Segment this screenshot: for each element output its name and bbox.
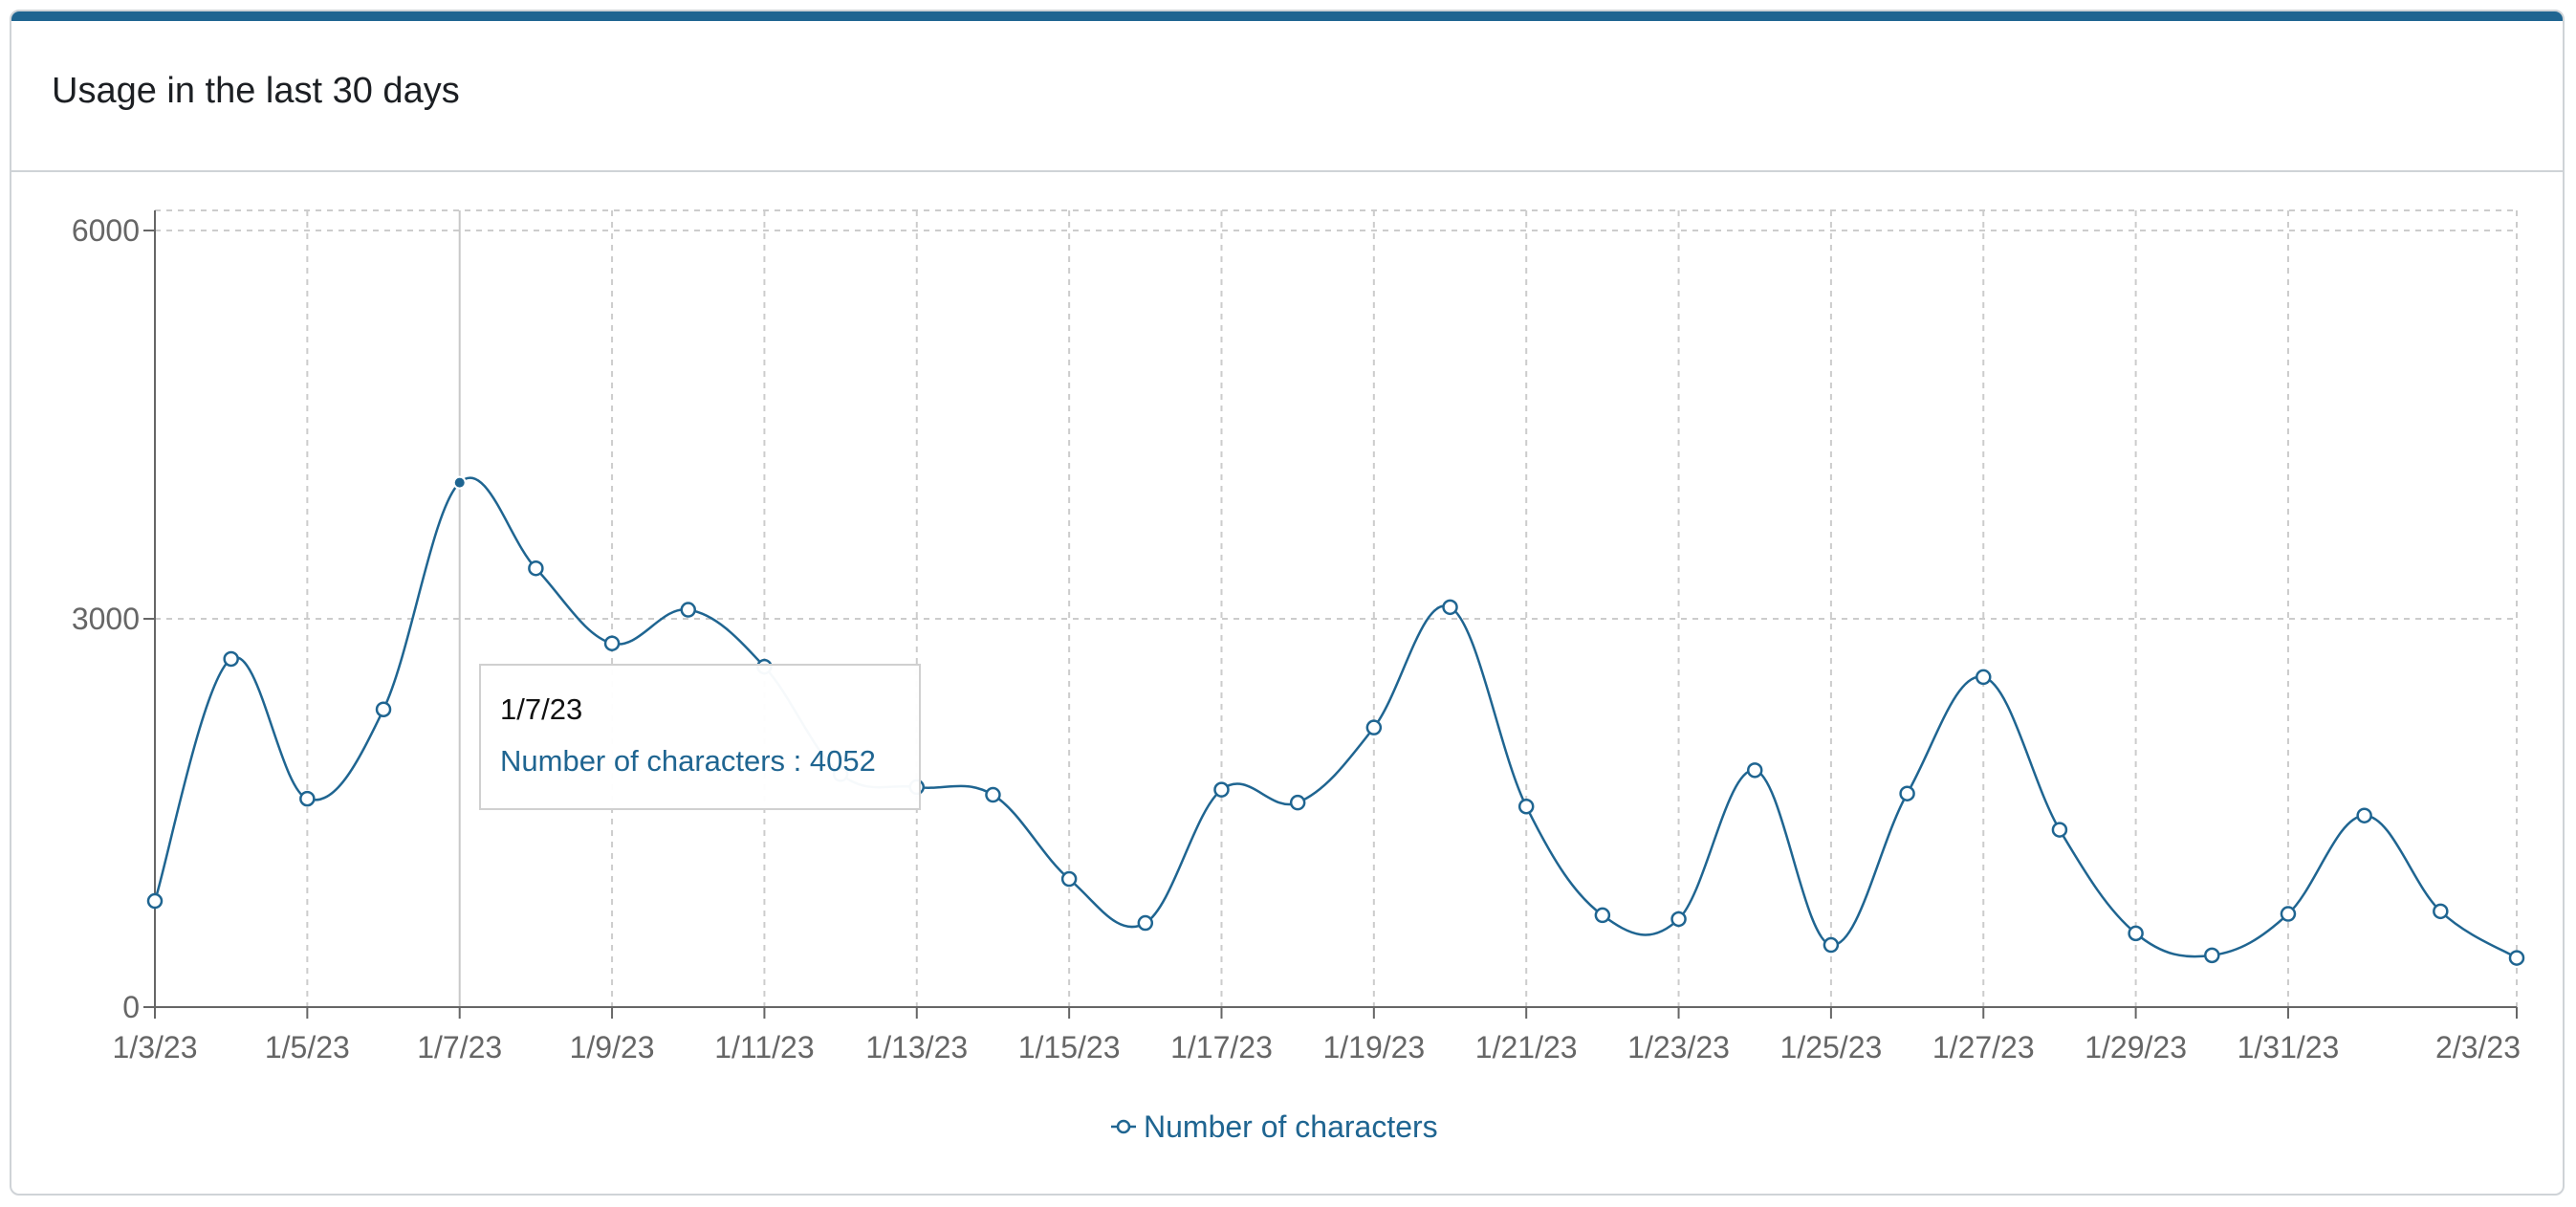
data-point[interactable] [2128,925,2144,942]
chart-tooltip: 1/7/23 Number of characters : 4052 [479,664,921,810]
data-point[interactable] [1213,781,1230,798]
x-tick-label: 1/23/23 [1627,1030,1730,1064]
x-tick-label: 1/19/23 [1322,1030,1425,1064]
data-point[interactable] [1442,599,1458,616]
data-point[interactable] [375,701,392,717]
data-point[interactable] [603,635,621,651]
data-point[interactable] [680,602,696,618]
active-data-point[interactable] [452,475,467,490]
y-tick-label: 3000 [72,602,140,636]
data-point[interactable] [1746,762,1763,779]
data-point[interactable] [528,560,544,577]
data-point[interactable] [1365,719,1383,735]
x-tick-label: 1/27/23 [1932,1030,2035,1064]
data-point[interactable] [1670,911,1687,928]
x-tick-label: 1/29/23 [2085,1030,2187,1064]
data-point[interactable] [2051,822,2068,838]
x-tick-label: 1/25/23 [1780,1030,1883,1064]
data-point[interactable] [1137,914,1154,932]
data-point[interactable] [2280,906,2297,922]
tooltip-value: Number of characters : 4052 [500,744,876,778]
data-point[interactable] [146,892,164,910]
chart-grid [154,209,2518,1007]
data-point[interactable] [299,790,316,807]
data-point[interactable] [2204,947,2220,964]
x-tick-label: 1/17/23 [1170,1030,1273,1064]
data-point[interactable] [223,650,239,668]
usage-line-chart: 0 3000 6000 1/3/23 1/5/23 1/7/23 1/9/23 1/11/23… [72,209,2525,1144]
chart-axes: 0 3000 6000 1/3/23 1/5/23 1/7/23 1/9/23 1/11/23… [72,210,2521,1064]
x-tick-label: 1/9/23 [570,1030,655,1064]
y-tick-label: 0 [122,990,140,1024]
data-point[interactable] [1594,907,1611,924]
data-point[interactable] [1060,870,1078,888]
x-tick-label: 1/15/23 [1018,1030,1121,1064]
x-tick-label: 1/31/23 [2238,1030,2340,1064]
x-tick-label: 2/3/23 [2435,1030,2521,1064]
data-point[interactable] [1517,798,1535,815]
chart-legend[interactable]: Number of characters [1111,1109,1438,1144]
data-point[interactable] [2356,807,2372,823]
x-tick-label: 1/13/23 [865,1030,968,1064]
data-point[interactable] [2508,950,2525,966]
y-tick-label: 6000 [72,213,140,248]
x-tick-label: 1/7/23 [417,1030,502,1064]
data-point[interactable] [2433,903,2449,920]
data-point[interactable] [1976,669,1992,686]
tooltip-label: 1/7/23 [500,692,583,726]
x-tick-label: 1/3/23 [113,1030,198,1064]
data-point[interactable] [1899,785,1915,801]
x-tick-label: 1/11/23 [714,1030,814,1064]
x-tick-label: 1/21/23 [1475,1030,1578,1064]
data-point[interactable] [1823,936,1840,954]
legend-point-marker [1116,1119,1131,1134]
x-tick-label: 1/5/23 [265,1030,350,1064]
legend-label: Number of characters [1144,1109,1438,1144]
data-point[interactable] [985,786,1001,803]
data-point[interactable] [1289,794,1306,811]
